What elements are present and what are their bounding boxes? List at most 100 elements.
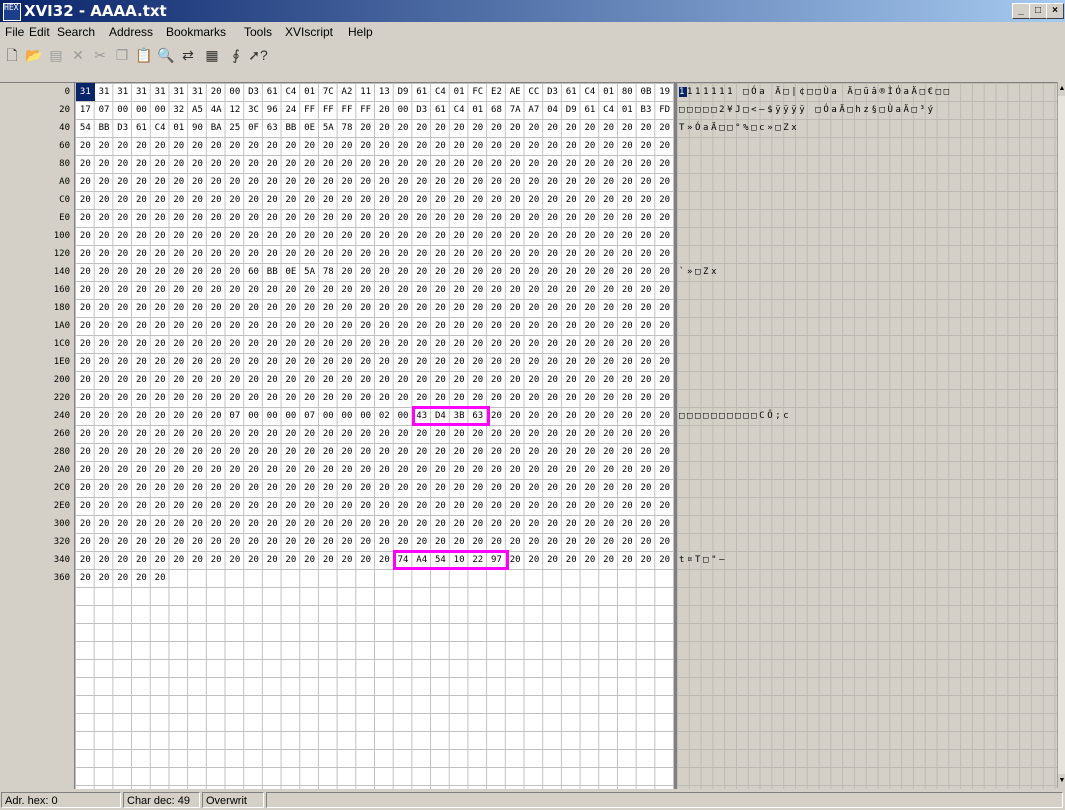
hex-byte[interactable]: 20 [169, 191, 188, 209]
hex-byte[interactable]: 20 [599, 551, 618, 569]
hex-byte[interactable]: 20 [263, 173, 282, 191]
hex-byte[interactable]: 20 [244, 389, 263, 407]
hex-byte[interactable]: 20 [487, 209, 506, 227]
hex-byte[interactable]: 20 [599, 497, 618, 515]
hex-byte[interactable]: 80 [618, 83, 637, 101]
text-row[interactable] [679, 479, 1054, 497]
hex-byte[interactable]: 96 [263, 101, 282, 119]
hex-byte[interactable]: 20 [188, 533, 207, 551]
hex-byte[interactable]: 20 [207, 227, 226, 245]
hex-byte[interactable]: 5A [319, 119, 338, 137]
hex-byte[interactable]: 07 [226, 407, 245, 425]
save-icon[interactable]: ▤ [46, 45, 66, 65]
hex-byte[interactable]: 20 [319, 227, 338, 245]
hex-byte[interactable]: 20 [132, 551, 151, 569]
hex-byte[interactable]: 20 [132, 191, 151, 209]
hex-byte[interactable]: 20 [300, 353, 319, 371]
hex-byte[interactable]: 02 [375, 407, 394, 425]
menu-address[interactable]: Address [109, 25, 153, 39]
hex-byte[interactable]: 20 [319, 389, 338, 407]
scroll-down-button[interactable]: ▼ [1058, 774, 1065, 788]
menu-help[interactable]: Help [348, 25, 373, 39]
hex-byte[interactable]: 20 [581, 155, 600, 173]
hex-byte[interactable]: FF [319, 101, 338, 119]
hex-byte[interactable]: 20 [282, 299, 301, 317]
hex-byte[interactable]: 20 [319, 353, 338, 371]
hex-byte[interactable]: 20 [132, 443, 151, 461]
hex-byte[interactable]: 20 [375, 245, 394, 263]
hex-byte[interactable]: 20 [637, 389, 656, 407]
hex-byte[interactable]: 20 [244, 227, 263, 245]
hex-byte[interactable]: 20 [95, 173, 114, 191]
hex-byte[interactable]: 20 [151, 245, 170, 263]
hex-byte[interactable]: 20 [132, 245, 151, 263]
hex-byte[interactable]: 20 [468, 155, 487, 173]
hex-byte[interactable]: 20 [76, 227, 95, 245]
hex-byte[interactable]: 20 [525, 119, 544, 137]
hex-byte[interactable]: 20 [655, 173, 674, 191]
hex-byte[interactable]: 20 [431, 443, 450, 461]
hex-byte[interactable]: 20 [95, 227, 114, 245]
hex-byte[interactable]: 20 [412, 443, 431, 461]
hex-byte[interactable]: 20 [95, 317, 114, 335]
hex-byte[interactable]: 20 [76, 569, 95, 587]
hex-byte[interactable]: 20 [525, 281, 544, 299]
hex-byte[interactable]: 20 [338, 371, 357, 389]
hex-byte[interactable]: 20 [338, 245, 357, 263]
hex-byte[interactable]: 20 [655, 263, 674, 281]
menu-tools[interactable]: Tools [244, 25, 272, 39]
text-pane[interactable]: 1111111 □Óa Ä□|¢□□Ùa Ä□üâ®ÌÓaÄ□€□□ □□□□□2… [677, 83, 1057, 789]
hex-byte[interactable]: FD [655, 101, 674, 119]
hex-byte[interactable]: 20 [375, 227, 394, 245]
hex-byte[interactable]: 20 [375, 317, 394, 335]
hex-byte[interactable]: 20 [282, 551, 301, 569]
hex-byte[interactable]: 20 [487, 281, 506, 299]
hex-byte[interactable]: 20 [338, 533, 357, 551]
hex-byte[interactable]: 20 [412, 515, 431, 533]
hex-byte[interactable]: C4 [599, 101, 618, 119]
hex-byte[interactable]: 20 [226, 191, 245, 209]
hex-byte[interactable]: 20 [394, 425, 413, 443]
hex-byte[interactable]: 20 [412, 497, 431, 515]
hex-byte[interactable]: 20 [188, 245, 207, 263]
hex-byte[interactable]: 61 [412, 83, 431, 101]
hex-byte[interactable]: 20 [300, 461, 319, 479]
hex-byte[interactable]: C4 [431, 83, 450, 101]
hex-byte[interactable]: 20 [562, 461, 581, 479]
hex-byte[interactable]: A5 [188, 101, 207, 119]
hex-byte[interactable]: 20 [637, 371, 656, 389]
hex-byte[interactable]: 20 [543, 173, 562, 191]
hex-byte[interactable]: 20 [450, 461, 469, 479]
hex-byte[interactable]: 20 [319, 173, 338, 191]
hex-byte[interactable]: 20 [394, 299, 413, 317]
hex-byte[interactable]: 20 [431, 371, 450, 389]
hex-byte[interactable]: 20 [151, 173, 170, 191]
hex-byte[interactable]: 20 [263, 155, 282, 173]
hex-byte[interactable]: 20 [562, 407, 581, 425]
hex-byte[interactable]: 20 [76, 155, 95, 173]
hex-byte[interactable]: 20 [375, 119, 394, 137]
hex-byte[interactable]: 20 [95, 371, 114, 389]
text-row[interactable]: □□□□□2¥J□<–$ÿÿÿÿ □ÓaÄ□hz§□ÙaÄ□³ý [679, 101, 1054, 119]
hex-byte[interactable]: 31 [76, 83, 95, 101]
hex-byte[interactable]: 20 [356, 191, 375, 209]
hex-byte[interactable]: 20 [599, 155, 618, 173]
hex-byte[interactable]: 20 [300, 335, 319, 353]
hex-byte[interactable]: 20 [637, 407, 656, 425]
hex-byte[interactable]: 07 [95, 101, 114, 119]
hex-byte[interactable]: 31 [188, 83, 207, 101]
hex-byte[interactable]: 20 [169, 497, 188, 515]
hex-byte[interactable]: 20 [319, 479, 338, 497]
hex-byte[interactable]: 20 [244, 245, 263, 263]
hex-byte[interactable]: 20 [207, 83, 226, 101]
hex-byte[interactable]: 90 [188, 119, 207, 137]
hex-byte[interactable]: 20 [132, 173, 151, 191]
hex-byte[interactable]: 00 [394, 407, 413, 425]
hex-byte[interactable]: 20 [394, 461, 413, 479]
hex-byte[interactable]: 20 [618, 551, 637, 569]
hex-byte[interactable]: 20 [132, 407, 151, 425]
hex-byte[interactable]: 20 [356, 335, 375, 353]
hex-byte[interactable]: 20 [338, 209, 357, 227]
text-row[interactable] [679, 155, 1054, 173]
hex-byte[interactable]: 20 [450, 137, 469, 155]
